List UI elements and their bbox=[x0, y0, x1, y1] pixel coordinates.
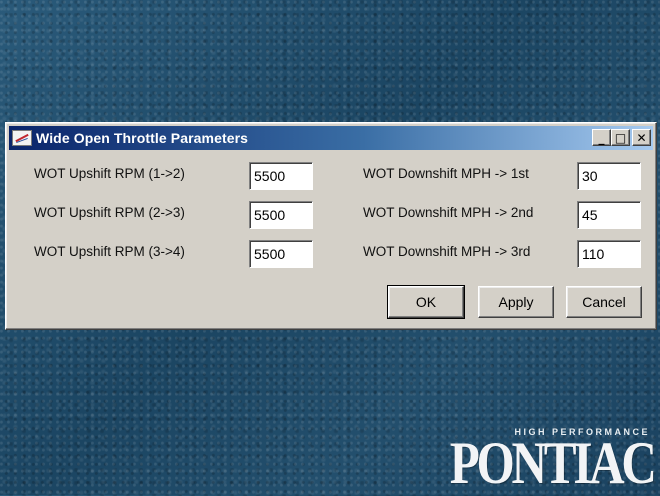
upshift-2-3-input[interactable] bbox=[249, 201, 313, 229]
upshift-1-2-input[interactable] bbox=[249, 162, 313, 190]
upshift-1-2-label: WOT Upshift RPM (1->2) bbox=[34, 166, 185, 181]
minimize-button[interactable]: _ bbox=[592, 129, 611, 146]
downshift-3rd-input[interactable] bbox=[577, 240, 641, 268]
wot-parameters-window: Wide Open Throttle Parameters _ □ ✕ WOT … bbox=[5, 122, 657, 330]
app-icon bbox=[12, 130, 32, 146]
window-title: Wide Open Throttle Parameters bbox=[36, 130, 249, 146]
close-button[interactable]: ✕ bbox=[632, 129, 651, 146]
pontiac-logo: HIGH PERFORMANCE PONTIAC bbox=[405, 427, 657, 496]
upshift-3-4-label: WOT Upshift RPM (3->4) bbox=[34, 244, 185, 259]
title-bar[interactable]: Wide Open Throttle Parameters _ □ ✕ bbox=[9, 126, 653, 150]
downshift-3rd-label: WOT Downshift MPH -> 3rd bbox=[363, 244, 531, 259]
upshift-2-3-label: WOT Upshift RPM (2->3) bbox=[34, 205, 185, 220]
downshift-2nd-label: WOT Downshift MPH -> 2nd bbox=[363, 205, 534, 220]
ok-button[interactable]: OK bbox=[387, 285, 465, 319]
upshift-3-4-input[interactable] bbox=[249, 240, 313, 268]
downshift-2nd-input[interactable] bbox=[577, 201, 641, 229]
apply-button[interactable]: Apply bbox=[478, 286, 554, 318]
maximize-button[interactable]: □ bbox=[611, 129, 630, 146]
cancel-button[interactable]: Cancel bbox=[566, 286, 642, 318]
downshift-1st-label: WOT Downshift MPH -> 1st bbox=[363, 166, 529, 181]
window-controls: _ □ ✕ bbox=[592, 129, 651, 146]
brand-name: PONTIAC bbox=[450, 430, 657, 496]
downshift-1st-input[interactable] bbox=[577, 162, 641, 190]
